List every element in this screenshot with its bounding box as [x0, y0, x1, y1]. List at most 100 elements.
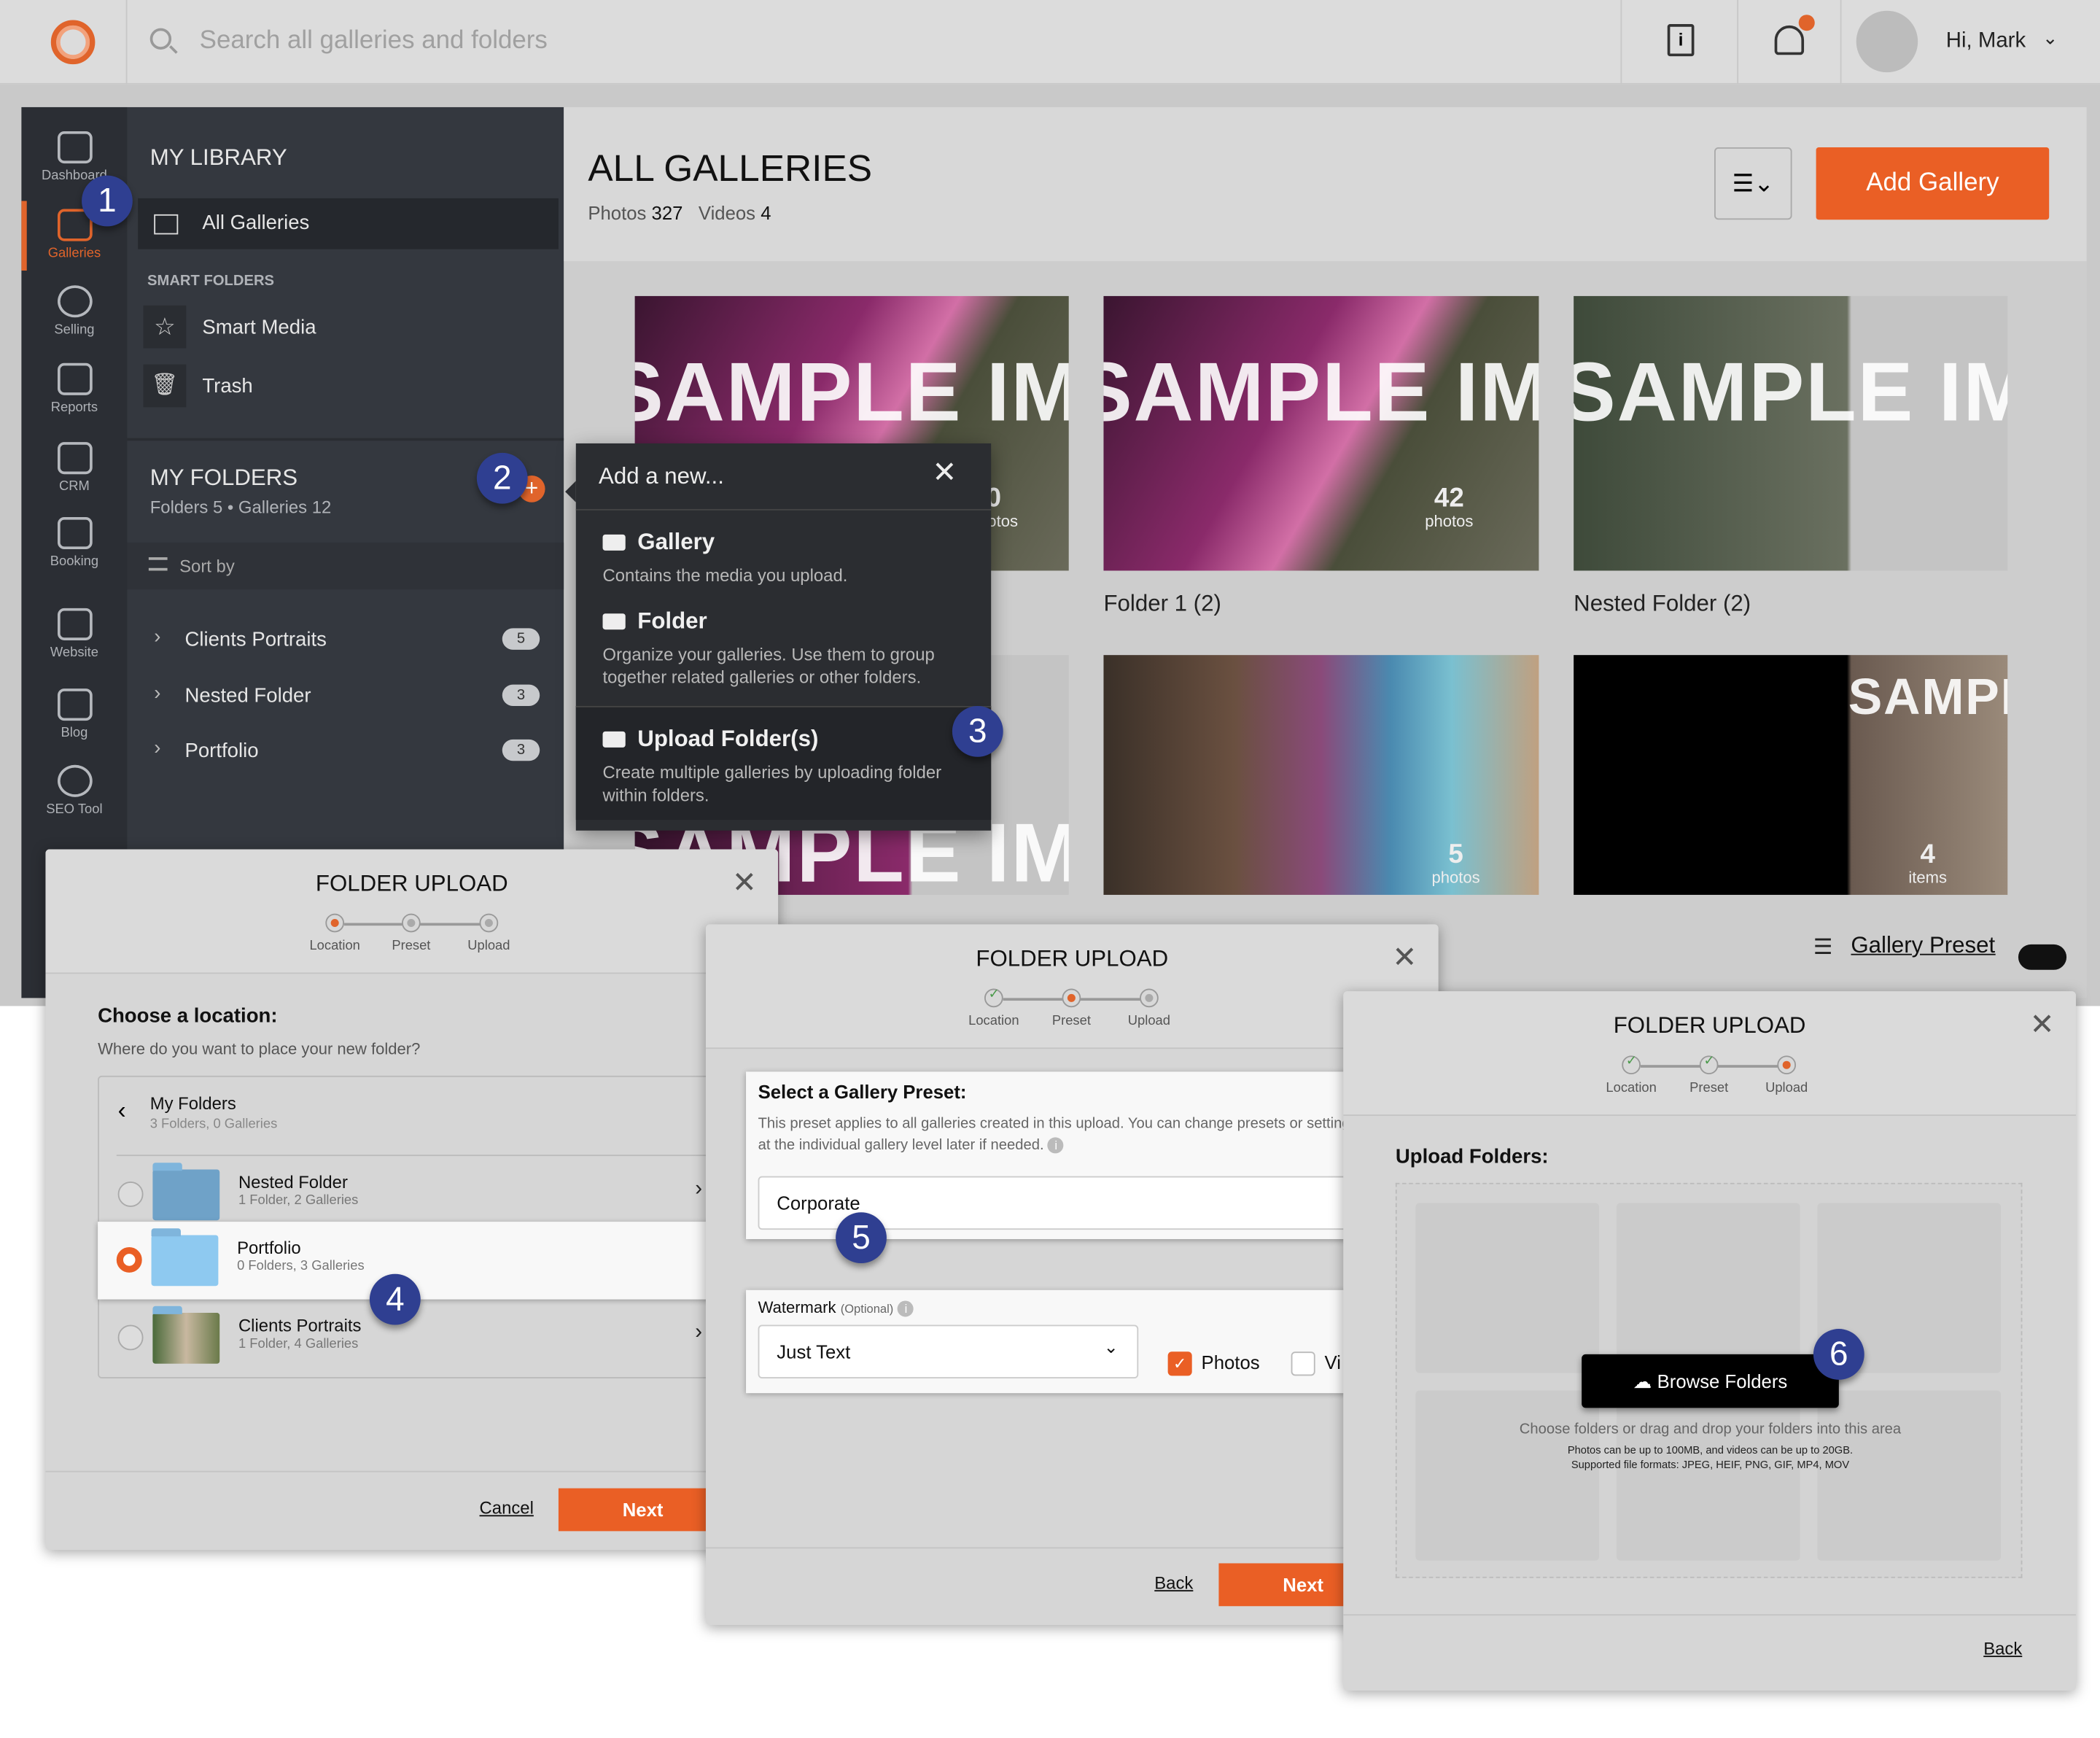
smart-folders-title: SMART FOLDERS [147, 273, 275, 290]
folder-icon [602, 613, 626, 630]
filter-sliders-icon: ☰ [1813, 936, 1833, 960]
star-icon: ☆ [143, 305, 187, 349]
preset-heading: Select a Gallery Preset: [758, 1081, 967, 1103]
nav-selling[interactable]: Selling [21, 285, 127, 338]
folder-row-clients-portraits[interactable]: Clients Portraits 1 Folder, 4 Galleries … [117, 1300, 733, 1378]
radio-button[interactable] [117, 1181, 144, 1207]
gallery-thumbnail[interactable]: SAMPLE IMAGE [1574, 295, 2008, 571]
close-icon[interactable]: ✕ [932, 455, 957, 490]
divider [1343, 1614, 2076, 1616]
sort-by-bar[interactable]: Sort by [127, 542, 564, 590]
gallery-thumbnail[interactable]: 5 photos [1103, 655, 1539, 895]
cancel-button[interactable]: Cancel [480, 1497, 534, 1518]
drop-hint: Choose folders or drag and drop your fol… [1519, 1421, 1902, 1438]
step-upload: Upload [1733, 1055, 1840, 1095]
gallery-presets-link[interactable]: Gallery Presets [1851, 932, 1995, 959]
main-header: ALL GALLERIES Photos 327 Videos 4 ☰⌄ Add… [564, 106, 2087, 262]
section-heading: Upload Folders: [1395, 1145, 1549, 1168]
popup-item-upload-folders[interactable]: Upload Folder(s) Create multiple galleri… [575, 705, 992, 820]
back-button[interactable]: Back [1983, 1638, 2022, 1659]
chevron-left-icon[interactable]: ‹ [118, 1097, 126, 1125]
videos-label: Vi [1324, 1351, 1341, 1373]
watermark-label: Watermark (Optional) i [758, 1298, 914, 1317]
folder-item-nested-folder[interactable]: › Nested Folder 3 [127, 680, 564, 723]
gallery-label[interactable]: Folder 1 (2) [1103, 591, 1221, 618]
all-galleries-item[interactable]: All Galleries [138, 198, 559, 249]
step-badge-2: 2 [476, 452, 528, 504]
popup-item-folder[interactable]: Folder Organize your galleries. Use them… [602, 608, 978, 688]
chevron-down-icon[interactable]: ⌄ [2042, 27, 2058, 50]
gauge-icon [57, 131, 92, 164]
bell-icon[interactable] [1774, 25, 1805, 55]
sort-icon [148, 557, 168, 571]
dollar-icon [57, 285, 92, 318]
divider [125, 0, 128, 85]
drop-zone[interactable]: ☁ Browse Folders Choose folders or drag … [1395, 1182, 2023, 1578]
nav-seo-tool[interactable]: SEO Tool [21, 764, 127, 817]
close-icon[interactable]: ✕ [1392, 940, 1417, 975]
divider [1840, 0, 1842, 85]
browse-folders-button[interactable]: ☁ Browse Folders [1582, 1354, 1839, 1408]
sort-button[interactable]: ☰⌄ [1714, 147, 1792, 220]
nav-crm[interactable]: CRM [21, 442, 127, 494]
info-icon: i [1048, 1137, 1065, 1154]
preset-description: This preset applies to all galleries cre… [758, 1115, 1358, 1154]
divider [575, 508, 992, 511]
gallery-label[interactable]: Nested Folder (2) [1574, 591, 1751, 618]
smart-media-item[interactable]: ☆ Smart Media [143, 305, 545, 351]
nav-booking[interactable]: Booking [21, 516, 127, 570]
paper-plane-icon [57, 442, 92, 475]
chevron-right-icon: › [154, 625, 161, 648]
folder-icon [602, 731, 626, 748]
help-book-icon[interactable]: i [1667, 24, 1695, 57]
chat-button[interactable] [2018, 944, 2067, 970]
folder-item-portfolio[interactable]: › Portfolio 3 [127, 735, 564, 778]
logo[interactable] [50, 20, 96, 65]
my-folders-summary: Folders 5 • Galleries 12 [149, 497, 332, 517]
chevron-right-icon[interactable]: › [695, 1321, 702, 1345]
top-bar: i Hi, Mark ⌄ [0, 0, 2100, 85]
supported-formats: Supported file formats: JPEG, HEIF, PNG,… [1571, 1459, 1850, 1471]
radio-button-selected[interactable] [116, 1246, 142, 1273]
step-badge-4: 4 [369, 1273, 421, 1325]
count-badge: 3 [502, 739, 540, 761]
back-button[interactable]: Back [1154, 1572, 1193, 1593]
gallery-thumbnail[interactable]: SAMPLE IMAGE 42photos [1103, 295, 1539, 571]
divider [1620, 0, 1622, 85]
next-button[interactable]: Next [558, 1488, 728, 1532]
nav-reports[interactable]: Reports [21, 362, 127, 415]
divider [1737, 0, 1739, 85]
notification-dot [1798, 15, 1815, 31]
parent-folder-row[interactable]: ‹ My Folders 3 Folders, 0 Galleries [99, 1077, 728, 1155]
gallery-thumbnail[interactable]: SAMPLE IMAGE 4items [1574, 655, 2008, 895]
videos-checkbox[interactable] [1291, 1351, 1315, 1376]
photos-label: Photos [1201, 1351, 1260, 1373]
nav-blog[interactable]: Blog [21, 688, 127, 741]
chevron-right-icon: › [154, 737, 161, 760]
bar-chart-icon [57, 362, 92, 395]
globe-search-icon [57, 764, 92, 797]
user-greeting[interactable]: Hi, Mark [1946, 29, 2026, 53]
add-gallery-button[interactable]: Add Gallery [1816, 147, 2050, 220]
count-badge: 3 [502, 684, 540, 706]
size-limits: Photos can be up to 100MB, and videos ca… [1567, 1443, 1854, 1456]
info-icon: i [898, 1300, 914, 1317]
folder-row-nested-folder[interactable]: Nested Folder 1 Folder, 2 Galleries › [116, 1155, 733, 1233]
website-icon [57, 608, 92, 640]
radio-button[interactable] [117, 1324, 144, 1351]
avatar[interactable] [1856, 10, 1918, 73]
close-icon[interactable]: ✕ [2030, 1007, 2055, 1042]
watermark-select[interactable]: Just Text ⌄ [758, 1324, 1139, 1378]
search-input[interactable] [199, 24, 1003, 59]
folder-thumbnail [152, 1306, 220, 1364]
add-new-popup: Add a new... ✕ Gallery Contains the medi… [565, 443, 992, 831]
chevron-right-icon[interactable]: › [695, 1177, 702, 1201]
photos-checkbox[interactable]: ✓ [1167, 1351, 1192, 1376]
chevron-right-icon: › [154, 681, 161, 705]
close-icon[interactable]: ✕ [732, 866, 757, 901]
folder-item-clients-portraits[interactable]: › Clients Portraits 5 [127, 624, 564, 667]
folder-icon [151, 1228, 219, 1287]
popup-item-gallery[interactable]: Gallery Contains the media you upload. [602, 529, 847, 587]
trash-item[interactable]: 🗑 Trash [143, 364, 545, 410]
nav-website[interactable]: Website [21, 608, 127, 661]
